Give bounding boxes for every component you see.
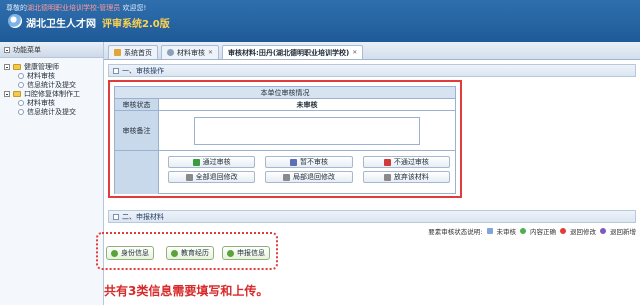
tab-home[interactable]: 系统首页 (108, 45, 158, 59)
brand-title: 湖北卫生人才网 评审系统2.0版 (26, 15, 170, 30)
sidebar-tree: 健康管理师 材料审核 信息统计及提交 口腔修复体制作工 材料审核 信息统计及提交 (0, 58, 103, 116)
document-icon (18, 108, 24, 115)
section-icon (113, 213, 119, 220)
tab-label: 审核材料:田丹(湖北德明职业培训学校) (228, 48, 350, 57)
check-icon (192, 158, 200, 166)
education-button[interactable]: 教育经历 (166, 246, 214, 260)
brand-name: 湖北卫生人才网 (26, 19, 96, 30)
return-icon (185, 173, 193, 181)
return-partial-button[interactable]: 局部退回修改 (265, 171, 353, 183)
button-label: 全部退回修改 (195, 173, 238, 181)
welcome-role: 管理员 (99, 4, 121, 12)
pause-icon (289, 158, 297, 166)
status-value: 未审核 (296, 100, 318, 109)
minus-icon[interactable] (4, 63, 10, 70)
instruction-caption: 共有3类信息需要填写和上传。 (104, 284, 269, 298)
close-icon[interactable]: ✕ (208, 49, 213, 56)
tab-label: 材料审核 (177, 48, 205, 57)
review-actions: 通过审核 暂不审核 不通过审核 全部退回修改 局部退回修改 放弃该材料 (162, 153, 456, 186)
identity-info-button[interactable]: 身份信息 (106, 246, 154, 260)
legend-item: 退回新增 (610, 228, 636, 236)
check-circle-icon (171, 249, 178, 257)
remark-row: 审核备注 (115, 111, 455, 151)
sidebar-header: 功能菜单 (0, 42, 103, 58)
document-icon (18, 99, 24, 106)
folder-icon (13, 90, 21, 97)
collapse-icon[interactable] (4, 46, 10, 53)
legend-item: 内容正确 (530, 228, 556, 236)
status-label: 审核状态 (115, 99, 159, 110)
tab-review-detail[interactable]: 审核材料:田丹(湖北德明职业培训学校) ✕ (222, 45, 364, 59)
top-header: 尊敬的湖北德明职业培训学校·管理员 欢迎您! 湖北卫生人才网 评审系统2.0版 (0, 0, 640, 42)
welcome-org: 湖北德明职业培训学校 (27, 4, 97, 12)
home-icon (114, 49, 121, 56)
section-title: 二、申报材料 (122, 212, 164, 221)
folder-icon (13, 63, 21, 70)
defer-button[interactable]: 暂不审核 (265, 156, 353, 168)
remark-cell (159, 111, 455, 150)
remark-textarea[interactable] (194, 116, 420, 145)
minus-icon[interactable] (4, 90, 10, 97)
return-modify-icon (560, 228, 566, 234)
section-title: 一、审核操作 (122, 66, 164, 75)
remark-label: 审核备注 (115, 111, 159, 150)
pending-icon (486, 228, 493, 234)
review-table: 本单位审核情况 审核状态 未审核 审核备注 通过审核 暂不审核 不通过审核 全部… (114, 86, 456, 194)
info-highlight-box: 身份信息 教育经历 申报信息 (96, 232, 278, 270)
reject-button[interactable]: 不通过审核 (362, 156, 450, 168)
button-label: 暂不审核 (299, 158, 328, 166)
welcome-suffix: 欢迎您! (120, 4, 147, 12)
legend-title: 要素审核状态说明: (428, 228, 483, 236)
button-label: 通过审核 (202, 158, 231, 166)
materials-section-header: 二、申报材料 (108, 210, 636, 223)
tree-item-info-stats[interactable]: 信息统计及提交 (4, 107, 103, 116)
approve-button[interactable]: 通过审核 (168, 156, 256, 168)
discard-icon (383, 173, 391, 181)
review-section-header: 一、审核操作 (108, 64, 636, 77)
button-label: 申报信息 (237, 249, 265, 257)
actions-label-cell (115, 151, 159, 194)
application-info-button[interactable]: 申报信息 (222, 246, 270, 260)
button-label: 局部退回修改 (292, 173, 335, 181)
status-legend: 要素审核状态说明: 未审核 内容正确 退回修改 退回新增 (428, 226, 636, 236)
main-content: 一、审核操作 本单位审核情况 审核状态 未审核 审核备注 通过审核 暂不审核 不… (96, 60, 640, 305)
button-label: 不通过审核 (393, 158, 429, 166)
review-highlight-box: 本单位审核情况 审核状态 未审核 审核备注 通过审核 暂不审核 不通过审核 全部… (108, 80, 462, 198)
logo-icon (8, 14, 22, 28)
tab-label: 系统首页 (124, 48, 152, 57)
brand-subtitle: 评审系统2.0版 (102, 19, 170, 30)
document-icon (18, 72, 24, 79)
sidebar: 功能菜单 健康管理师 材料审核 信息统计及提交 口腔修复体制作工 材料审核 信息… (0, 42, 104, 305)
tab-bar: 系统首页 材料审核 ✕ 审核材料:田丹(湖北德明职业培训学校) ✕ (104, 42, 640, 60)
correct-icon (520, 228, 526, 234)
button-label: 教育经历 (181, 249, 209, 257)
button-label: 放弃该材料 (393, 173, 429, 181)
tab-material-review[interactable]: 材料审核 ✕ (161, 45, 220, 59)
button-label: 身份信息 (121, 249, 149, 257)
welcome-text: 尊敬的湖北德明职业培训学校·管理员 欢迎您! (6, 3, 146, 13)
return-all-button[interactable]: 全部退回修改 (168, 171, 256, 183)
welcome-prefix: 尊敬的 (6, 4, 27, 12)
legend-item: 退回修改 (570, 228, 596, 236)
check-circle-icon (227, 249, 234, 257)
tab-icon (167, 49, 174, 56)
check-circle-icon (111, 249, 118, 257)
section-icon (113, 67, 119, 74)
sidebar-title: 功能菜单 (13, 45, 41, 54)
review-table-caption: 本单位审核情况 (115, 87, 455, 99)
tree-item-label: 信息统计及提交 (27, 107, 76, 116)
status-row: 审核状态 未审核 (115, 99, 455, 111)
discard-button[interactable]: 放弃该材料 (362, 171, 450, 183)
document-icon (18, 81, 24, 88)
legend-item: 未审核 (496, 228, 517, 236)
cross-icon (383, 158, 391, 166)
partial-return-icon (282, 173, 290, 181)
close-icon[interactable]: ✕ (352, 49, 357, 56)
return-new-icon (600, 228, 606, 234)
